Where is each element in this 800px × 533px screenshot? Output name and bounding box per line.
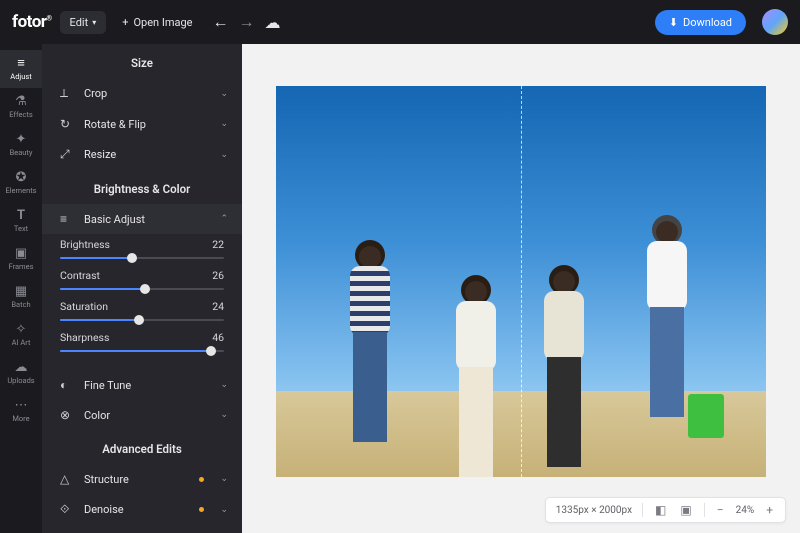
slider-contrast: Contrast26 xyxy=(60,269,224,290)
rotate-icon: ↻ xyxy=(60,117,74,131)
chevron-down-icon: ⌄ xyxy=(220,89,228,99)
compare-divider[interactable] xyxy=(521,86,522,477)
row-crop[interactable]: ⟂Crop⌄ xyxy=(42,78,242,109)
contrast-track[interactable] xyxy=(60,288,224,290)
denoise-icon: ⟐ xyxy=(60,502,74,517)
premium-dot-icon xyxy=(199,507,204,512)
row-rotate-flip[interactable]: ↻Rotate & Flip⌄ xyxy=(42,109,242,139)
chevron-down-icon: ⌄ xyxy=(220,505,228,515)
color-icon: ⊗ xyxy=(60,408,74,422)
resize-icon: ⤢ xyxy=(60,147,74,162)
chevron-down-icon: ⌄ xyxy=(220,474,228,484)
open-image-button[interactable]: + Open Image xyxy=(114,12,200,33)
rail-item-elements[interactable]: ✪Elements xyxy=(0,164,42,202)
flask-icon: ⚗ xyxy=(15,95,27,108)
slider-brightness: Brightness22 xyxy=(60,238,224,259)
brightness-track[interactable] xyxy=(60,257,224,259)
forward-icon[interactable]: → xyxy=(234,8,252,36)
basic-adjust-sliders: Brightness22 Contrast26 Saturation24 Sha… xyxy=(42,234,242,370)
image-canvas[interactable] xyxy=(276,86,766,477)
chevron-down-icon: ⌄ xyxy=(220,410,228,420)
structure-icon: △ xyxy=(60,472,74,486)
row-color[interactable]: ⊗Color⌄ xyxy=(42,400,242,430)
section-title-advanced: Advanced Edits xyxy=(42,430,242,464)
contrast-value: 26 xyxy=(212,269,224,282)
chevron-down-icon: ⌄ xyxy=(220,119,228,129)
cloud-icon[interactable]: ☁ xyxy=(260,9,278,36)
compare-icon[interactable]: ◧ xyxy=(653,503,668,517)
app-name: fotor xyxy=(12,12,47,32)
row-basic-adjust[interactable]: ≡Basic Adjust⌃ xyxy=(42,204,242,234)
rail-item-beauty[interactable]: ✦Beauty xyxy=(0,126,42,164)
brightness-value: 22 xyxy=(212,238,224,251)
section-title-brightness: Brightness & Color xyxy=(42,170,242,204)
rail-item-text[interactable]: TText xyxy=(0,202,42,240)
app-logo[interactable]: fotor® xyxy=(12,12,52,32)
sharpness-value: 46 xyxy=(212,331,224,344)
saturation-value: 24 xyxy=(212,300,224,313)
download-label: Download xyxy=(683,16,732,29)
chevron-down-icon: ▾ xyxy=(92,18,96,27)
row-structure[interactable]: △Structure⌄ xyxy=(42,464,242,494)
row-fine-tune[interactable]: ◐Fine Tune⌄ xyxy=(42,370,242,400)
slider-sharpness: Sharpness46 xyxy=(60,331,224,352)
rail-item-effects[interactable]: ⚗Effects xyxy=(0,88,42,126)
rail-item-uploads[interactable]: ☁Uploads xyxy=(0,354,42,392)
chevron-up-icon: ⌃ xyxy=(220,214,228,224)
plus-icon: + xyxy=(122,16,128,29)
chevron-down-icon: ⌄ xyxy=(220,150,228,160)
adjust-icon: ≡ xyxy=(60,212,74,226)
upload-icon: ☁ xyxy=(15,361,28,374)
section-title-size: Size xyxy=(42,44,242,78)
premium-dot-icon xyxy=(199,477,204,482)
fit-screen-icon[interactable]: ▣ xyxy=(678,503,693,517)
status-bar: 1335px × 2000px ◧ ▣ − 24% + xyxy=(545,497,786,523)
crop-icon: ⟂ xyxy=(60,86,74,101)
text-icon: T xyxy=(17,209,25,222)
green-bag xyxy=(688,394,724,438)
ai-icon: ✧ xyxy=(16,323,27,336)
frame-icon: ▣ xyxy=(15,247,27,260)
zoom-level: 24% xyxy=(736,505,755,516)
row-denoise[interactable]: ⟐Denoise⌄ xyxy=(42,494,242,525)
brightness-thumb[interactable] xyxy=(127,253,137,263)
saturation-thumb[interactable] xyxy=(134,315,144,325)
avatar[interactable] xyxy=(762,9,788,35)
top-bar: fotor® Edit ▾ + Open Image ← → ☁ ⬇ Downl… xyxy=(0,0,800,44)
grid-icon: ▦ xyxy=(15,285,27,298)
chevron-down-icon: ⌄ xyxy=(220,380,228,390)
rail-item-batch[interactable]: ▦Batch xyxy=(0,278,42,316)
rail-item-frames[interactable]: ▣Frames xyxy=(0,240,42,278)
tune-icon: ◐ xyxy=(60,378,74,392)
trademark-icon: ® xyxy=(47,14,52,22)
sharpness-track[interactable] xyxy=(60,350,224,352)
row-resize[interactable]: ⤢Resize⌄ xyxy=(42,139,242,170)
rail-item-more[interactable]: ⋯More xyxy=(0,392,42,430)
edited-photo xyxy=(276,86,766,477)
saturation-track[interactable] xyxy=(60,319,224,321)
slider-saturation: Saturation24 xyxy=(60,300,224,321)
star-icon: ✪ xyxy=(16,171,27,184)
sparkle-icon: ✦ xyxy=(16,133,27,146)
edit-label: Edit xyxy=(70,16,89,29)
rail-item-adjust[interactable]: ≡Adjust xyxy=(0,50,42,88)
rail-item-ai-art[interactable]: ✧AI Art xyxy=(0,316,42,354)
download-button[interactable]: ⬇ Download xyxy=(655,10,746,35)
adjust-panel: Size ⟂Crop⌄ ↻Rotate & Flip⌄ ⤢Resize⌄ Bri… xyxy=(42,44,242,533)
more-icon: ⋯ xyxy=(15,399,28,412)
zoom-in-button[interactable]: + xyxy=(764,503,775,517)
edit-menu-button[interactable]: Edit ▾ xyxy=(60,11,107,34)
open-image-label: Open Image xyxy=(133,16,192,29)
left-rail: ≡Adjust ⚗Effects ✦Beauty ✪Elements TText… xyxy=(0,44,42,533)
contrast-thumb[interactable] xyxy=(140,284,150,294)
zoom-out-button[interactable]: − xyxy=(715,503,726,517)
image-dimensions: 1335px × 2000px xyxy=(556,505,632,516)
download-icon: ⬇ xyxy=(669,16,678,29)
canvas-area: 1335px × 2000px ◧ ▣ − 24% + xyxy=(242,44,800,533)
sharpness-thumb[interactable] xyxy=(206,346,216,356)
sliders-icon: ≡ xyxy=(17,57,25,70)
back-icon[interactable]: ← xyxy=(208,8,226,36)
